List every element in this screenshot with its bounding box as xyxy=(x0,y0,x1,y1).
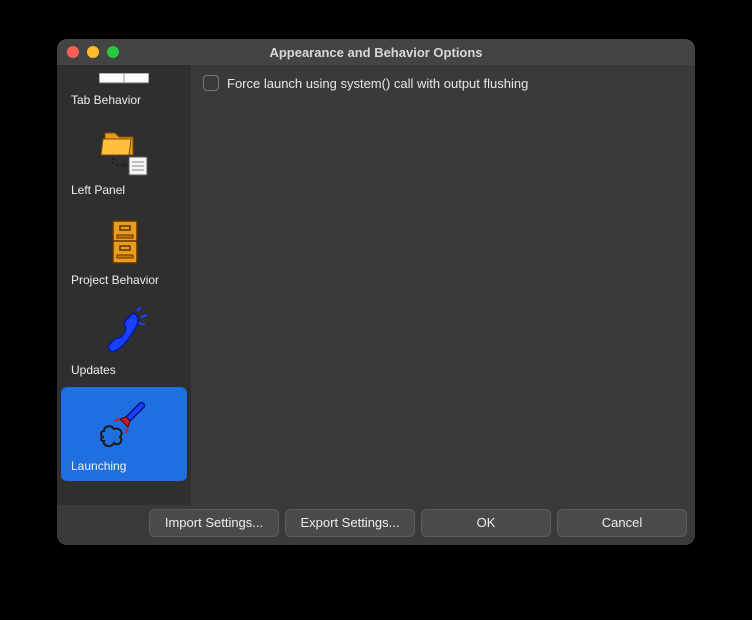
sidebar-item-updates[interactable]: Updates xyxy=(61,297,187,385)
launching-icon xyxy=(71,393,177,455)
sidebar-item-tab-behavior[interactable]: Tab Behavior xyxy=(61,67,187,115)
window-title: Appearance and Behavior Options xyxy=(57,45,695,60)
sidebar-item-left-panel[interactable]: Left Panel xyxy=(61,117,187,205)
options-window: Appearance and Behavior Options Tab Beha… xyxy=(57,39,695,545)
force-launch-checkbox[interactable] xyxy=(203,75,219,91)
zoom-button[interactable] xyxy=(107,46,119,58)
import-settings-button[interactable]: Import Settings... xyxy=(149,509,279,537)
sidebar-item-label: Updates xyxy=(71,359,116,377)
force-launch-label: Force launch using system() call with ou… xyxy=(227,76,528,91)
left-panel-icon xyxy=(71,123,177,179)
footer: Import Settings... Export Settings... OK… xyxy=(57,505,695,545)
sidebar: Tab Behavior xyxy=(57,65,191,505)
titlebar: Appearance and Behavior Options xyxy=(57,39,695,65)
content-panel: Force launch using system() call with ou… xyxy=(191,65,695,505)
close-button[interactable] xyxy=(67,46,79,58)
updates-icon xyxy=(71,303,177,359)
sidebar-item-label: Tab Behavior xyxy=(71,89,141,107)
window-body: Tab Behavior xyxy=(57,65,695,505)
project-behavior-icon xyxy=(71,213,177,269)
tab-behavior-icon xyxy=(71,73,177,89)
minimize-button[interactable] xyxy=(87,46,99,58)
cancel-button[interactable]: Cancel xyxy=(557,509,687,537)
force-launch-row: Force launch using system() call with ou… xyxy=(203,75,683,91)
sidebar-item-project-behavior[interactable]: Project Behavior xyxy=(61,207,187,295)
sidebar-item-label: Launching xyxy=(71,455,126,473)
ok-button[interactable]: OK xyxy=(421,509,551,537)
sidebar-item-launching[interactable]: Launching xyxy=(61,387,187,481)
sidebar-item-label: Left Panel xyxy=(71,179,125,197)
export-settings-button[interactable]: Export Settings... xyxy=(285,509,415,537)
window-controls xyxy=(57,46,119,58)
sidebar-item-label: Project Behavior xyxy=(71,269,159,287)
